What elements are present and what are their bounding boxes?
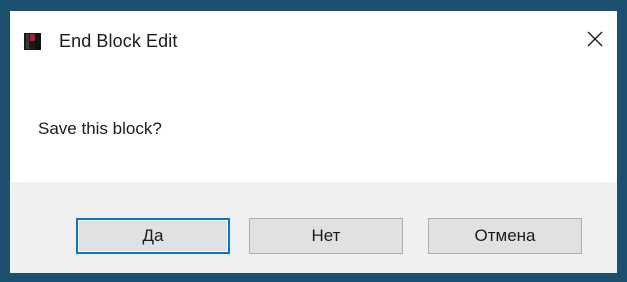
title-bar[interactable]: End Block Edit [10,11,617,65]
cancel-button[interactable]: Отмена [428,218,582,254]
close-button[interactable] [573,23,617,59]
no-button[interactable]: Нет [249,218,403,254]
dialog-message: Save this block? [38,119,162,138]
window-title: End Block Edit [59,31,178,51]
close-icon [587,31,603,52]
button-bar: Да Нет Отмена [10,182,617,273]
yes-button[interactable]: Да [76,218,230,254]
dialog-body: End Block Edit Save this block? Да Нет О… [10,11,617,273]
book-icon [24,33,41,50]
